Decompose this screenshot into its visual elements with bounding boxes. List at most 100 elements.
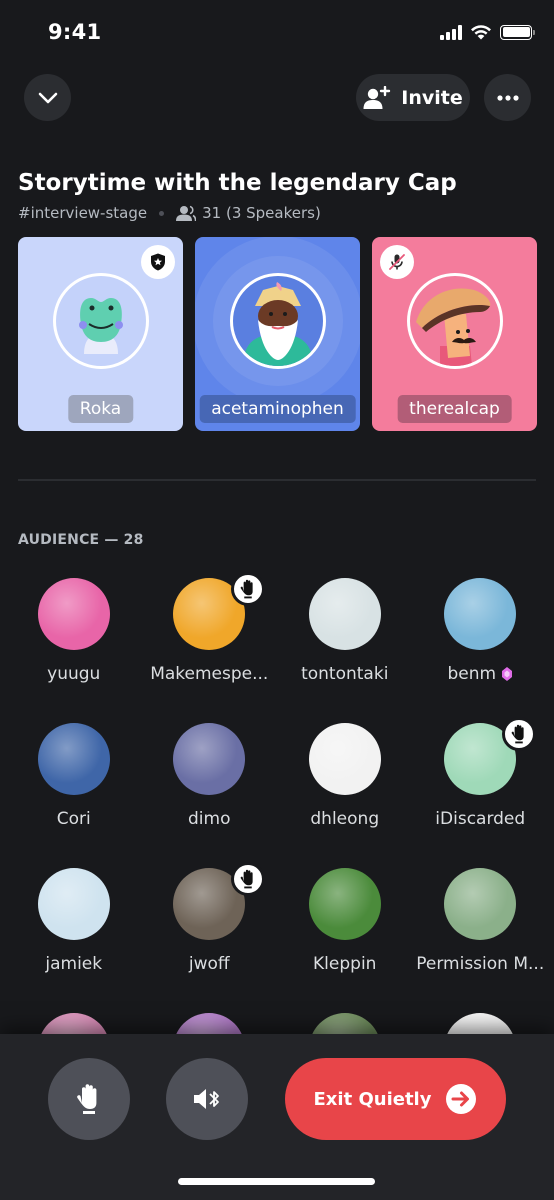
audience-name: benm: [447, 664, 513, 684]
speaker-name: acetaminophen: [199, 395, 356, 423]
chevron-down-icon: [38, 92, 57, 103]
add-user-icon: [363, 85, 391, 109]
moderator-badge: [141, 245, 175, 279]
audience-member[interactable]: dhleong: [277, 721, 413, 866]
audience-header: AUDIENCE — 28: [18, 532, 144, 548]
audience-avatar: [444, 868, 517, 940]
more-options-button[interactable]: [484, 74, 531, 121]
audience-name: Kleppin: [313, 954, 376, 974]
speaker-name: therealcap: [397, 395, 512, 423]
audience-name-text: dimo: [188, 809, 231, 829]
audience-member[interactable]: Kleppin: [277, 866, 413, 1011]
channel-name: #interview-stage: [18, 204, 148, 222]
audience-name-text: benm: [447, 664, 497, 684]
home-indicator: [178, 1178, 375, 1185]
audience-name-text: Cori: [56, 809, 91, 829]
speaker-card[interactable]: therealcap: [372, 237, 537, 431]
raise-hand-icon: [77, 1084, 97, 1114]
stage-title: Storytime with the legendary Cap: [18, 170, 457, 196]
audience-avatar: [173, 723, 246, 795]
audience-member[interactable]: yuugu: [6, 576, 142, 721]
battery-icon: [500, 24, 535, 40]
raise-hand-button[interactable]: [48, 1058, 130, 1140]
invite-button[interactable]: Invite: [356, 74, 470, 121]
audience-name: Permission M...: [416, 954, 544, 974]
collapse-button[interactable]: [24, 74, 71, 121]
audience-member[interactable]: Permission M...: [413, 866, 549, 1011]
audience-name-text: yuugu: [47, 664, 101, 684]
audience-name: dimo: [188, 809, 230, 829]
audience-avatar: [444, 578, 517, 650]
status-icons: [440, 24, 535, 40]
audience-member[interactable]: jwoff: [142, 862, 278, 1011]
audience-name: dhleong: [310, 809, 379, 829]
arrow-right-circle-icon: [446, 1084, 477, 1114]
audio-output-button[interactable]: [166, 1058, 248, 1140]
audience-name: jamiek: [45, 954, 102, 974]
hand-raised-badge: [231, 862, 266, 896]
speakers-row: Roka acetaminophen therealcap: [18, 237, 537, 431]
speaker-avatar: [52, 273, 149, 369]
exit-quietly-label: Exit Quietly: [313, 1088, 432, 1110]
wifi-icon: [471, 25, 491, 40]
listener-count: 31 (3 Speakers): [202, 204, 321, 222]
section-divider: [18, 479, 536, 481]
audience-member[interactable]: tontontaki: [277, 576, 413, 721]
invite-label: Invite: [401, 86, 463, 109]
hand-raised-badge: [502, 717, 537, 751]
nitro-boost-icon: [502, 667, 513, 681]
bluetooth-speaker-icon: [194, 1089, 219, 1109]
audience-name: Makemespe...: [150, 664, 268, 684]
mustache-avatar-image: [415, 288, 490, 366]
separator-dot: [159, 210, 165, 216]
audience-avatar: [37, 868, 110, 940]
audience-name: yuugu: [47, 664, 100, 684]
frog-avatar-image: [78, 298, 123, 354]
audience-name-text: jwoff: [188, 954, 230, 974]
stage-subtitle: #interview-stage 31 (3 Speakers): [18, 204, 321, 222]
speaker-name: Roka: [67, 395, 134, 423]
audience-name-text: Kleppin: [313, 954, 377, 974]
audience-member[interactable]: Makemespe...: [142, 572, 278, 721]
hand-raised-badge: [231, 572, 266, 606]
audience-avatar: [308, 578, 381, 650]
audience-member[interactable]: iDiscarded: [413, 717, 549, 866]
audience-name-text: Permission M...: [416, 954, 545, 974]
muted-badge: [380, 245, 414, 279]
audience-name: tontontaki: [301, 664, 388, 684]
speaker-card[interactable]: acetaminophen: [195, 237, 360, 431]
raised-hand-icon: [511, 724, 524, 744]
audience-name: iDiscarded: [435, 809, 525, 829]
audience-name: Cori: [57, 809, 91, 829]
status-bar: 9:41: [0, 0, 554, 66]
audience-name: jwoff: [189, 954, 230, 974]
raised-hand-icon: [240, 869, 253, 889]
audience-name-text: tontontaki: [301, 664, 389, 684]
moderator-shield-icon: [151, 253, 165, 271]
audience-name-text: dhleong: [310, 809, 380, 829]
top-bar: Invite: [0, 74, 554, 122]
wizard-avatar-image: [242, 282, 313, 366]
audience-avatar: [37, 578, 110, 650]
speaker-avatar: [406, 273, 503, 369]
audience-name-text: Makemespe...: [150, 664, 269, 684]
speaker-card[interactable]: Roka: [18, 237, 183, 431]
audience-name-text: iDiscarded: [435, 809, 526, 829]
muted-mic-icon: [389, 254, 405, 270]
exit-quietly-button[interactable]: Exit Quietly: [285, 1058, 506, 1140]
audience-member[interactable]: dimo: [142, 721, 278, 866]
raised-hand-icon: [240, 579, 253, 599]
audience-member[interactable]: Cori: [6, 721, 142, 866]
audience-name-text: jamiek: [45, 954, 103, 974]
speaker-avatar: [229, 273, 326, 369]
audience-avatar: [37, 723, 110, 795]
audience-avatar: [308, 868, 381, 940]
more-dots-icon: [496, 94, 519, 101]
audience-avatar: [308, 723, 381, 795]
people-icon: [176, 205, 197, 221]
audience-member[interactable]: jamiek: [6, 866, 142, 1011]
status-time: 9:41: [48, 20, 102, 44]
bottom-controls: Exit Quietly: [0, 1034, 554, 1200]
audience-member[interactable]: benm: [413, 576, 549, 721]
cellular-signal-icon: [440, 24, 462, 40]
